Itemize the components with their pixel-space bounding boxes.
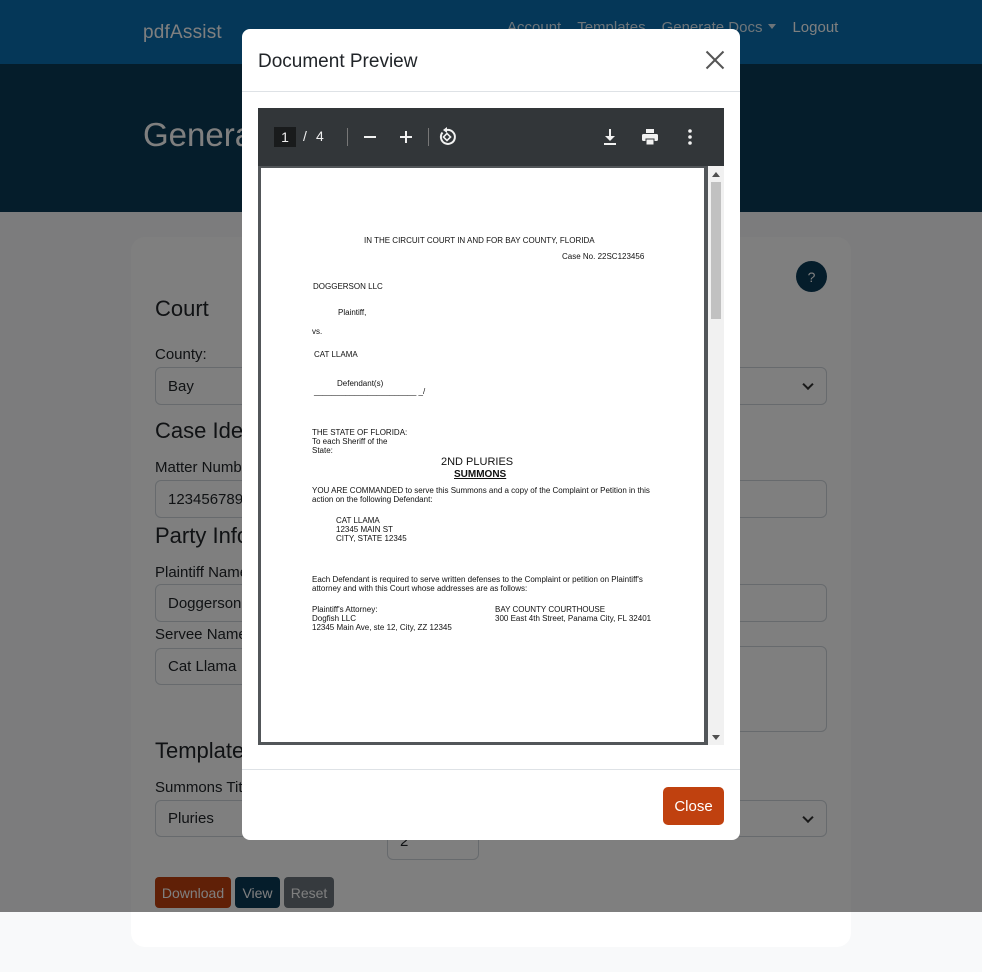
document-preview-modal: Document Preview 1 / 4 IN THE CIRCUIT CO… (242, 29, 740, 840)
doc-title-pluries: 2ND PLURIES (441, 456, 514, 468)
download-icon[interactable] (598, 125, 622, 149)
more-options-icon[interactable] (678, 125, 702, 149)
modal-footer: Close (242, 769, 740, 840)
doc-case-no: Case No. 22SC123456 (562, 252, 645, 261)
doc-courthouse-address: 300 East 4th Street, Panama City, FL 324… (495, 614, 652, 623)
page-separator: / (303, 128, 307, 144)
doc-attorney-address: 12345 Main Ave, ste 12, City, ZZ 12345 (312, 623, 452, 632)
pdf-viewer: 1 / 4 IN THE CIRCUIT COURT IN AND FOR BA… (258, 108, 724, 745)
modal-title: Document Preview (258, 51, 418, 72)
doc-title-summons: SUMMONS (454, 469, 507, 480)
close-button[interactable]: Close (663, 787, 724, 825)
doc-defense-line-2: attorney and with this Court whose addre… (312, 584, 528, 593)
scrollbar-thumb[interactable] (711, 182, 721, 319)
doc-plaintiff-name: DOGGERSON LLC (313, 282, 383, 291)
doc-court: IN THE CIRCUIT COURT IN AND FOR BAY COUN… (364, 236, 595, 245)
doc-signature-line: _______________________ _/ (314, 387, 426, 396)
rotate-icon[interactable] (435, 125, 459, 149)
doc-vs: vs. (312, 327, 323, 336)
toolbar-divider (428, 128, 429, 146)
pdf-scrollbar[interactable] (708, 166, 724, 745)
toolbar-divider (347, 128, 348, 146)
doc-address-3: CITY, STATE 12345 (336, 534, 407, 543)
zoom-out-icon[interactable] (358, 125, 382, 149)
doc-defendant-name: CAT LLAMA (314, 350, 358, 359)
doc-plaintiff-role: Plaintiff, (338, 308, 367, 317)
scroll-up-icon[interactable] (712, 172, 720, 177)
pdf-toolbar: 1 / 4 (258, 108, 724, 166)
modal-header: Document Preview (242, 29, 740, 92)
close-icon[interactable] (705, 50, 725, 70)
doc-command-line-2: action on the following Defendant: (312, 495, 433, 504)
pdf-page-area[interactable]: IN THE CIRCUIT COURT IN AND FOR BAY COUN… (258, 166, 708, 745)
pdf-page: IN THE CIRCUIT COURT IN AND FOR BAY COUN… (261, 168, 704, 742)
doc-state-line-3: State: (312, 446, 333, 455)
print-icon[interactable] (638, 125, 662, 149)
zoom-in-icon[interactable] (394, 125, 418, 149)
total-pages: 4 (316, 128, 324, 144)
page-number-input[interactable]: 1 (274, 127, 296, 147)
scroll-down-icon[interactable] (712, 735, 720, 740)
